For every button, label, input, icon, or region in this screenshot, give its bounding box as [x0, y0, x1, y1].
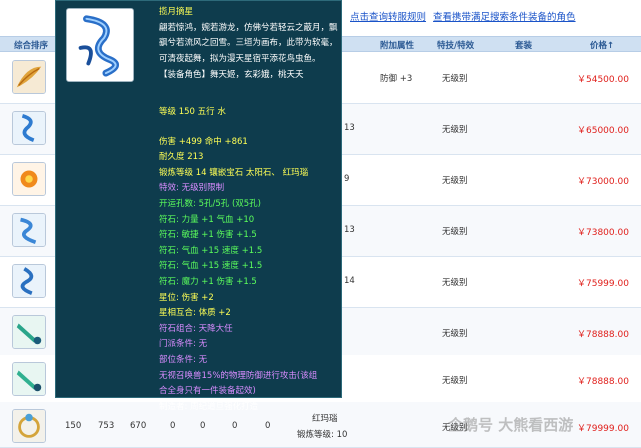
stat-cell: 0 — [170, 421, 176, 431]
item-image — [66, 8, 134, 82]
stat-line: 符石: 力量 +1 气血 +10 — [159, 214, 255, 225]
grade-value: 无级别 — [442, 125, 468, 135]
mid-value: 9 — [344, 174, 350, 184]
stat-line: 符石: 敏捷 +1 伤害 +1.5 — [159, 230, 257, 241]
stat-line: 门派条件: 无 — [159, 339, 208, 350]
grade-value: 无级别 — [442, 227, 468, 237]
stat-line: 合全身只有一件装备起效) — [159, 386, 256, 397]
item-roles: 【装备角色】舞天姬，玄彩娥，桃夭夭 — [159, 69, 304, 80]
stat-line: 耐久度 213 — [159, 152, 204, 163]
sun-flower-icon — [13, 163, 45, 195]
stat-line: 部位条件: 无 — [159, 354, 208, 365]
stat-lines: 伤害 +499 命中 +861 耐久度 213 锻炼等级 14 镶嵌宝石 太阳石、 … — [159, 135, 341, 416]
set-header: 套装 — [515, 41, 533, 51]
price-value: ￥54500.00 — [577, 75, 629, 85]
item-thumbnail[interactable] — [12, 362, 46, 396]
jade-blade-icon — [13, 363, 45, 395]
stat-line: 符石: 魔力 +1 伤害 +1.5 — [159, 276, 257, 287]
watermark-text: 企鹅号 大熊看西游 — [448, 416, 574, 434]
stat-line: 无视召唤兽15%的物理防御进行攻击(该组 — [159, 370, 318, 381]
ring-icon — [13, 410, 45, 442]
stat-cell: 753 — [98, 421, 115, 431]
stat-line: 锻炼等级 14 镶嵌宝石 太阳石、 红玛瑙 — [159, 167, 309, 178]
price-value: ￥73800.00 — [577, 228, 629, 238]
stat-cell: 0 — [265, 421, 271, 431]
stat-line: 制造者: 周纪道旦强化打造 — [159, 401, 259, 412]
price-value: ￥78888.00 — [577, 330, 629, 340]
sort-header[interactable]: 综合排序 — [14, 39, 48, 51]
silk-ribbon-icon — [67, 9, 133, 81]
item-level: 等级 150 五行 水 — [159, 107, 226, 117]
mid-value: 14 — [344, 276, 355, 286]
stat-line: 星相互合: 体质 +2 — [159, 308, 231, 319]
ribbon-icon — [13, 214, 45, 246]
item-thumbnail[interactable] — [12, 60, 46, 94]
stat-line: 星位: 伤害 +2 — [159, 292, 214, 303]
tooltip-header-text: 揽月摘星 翩若惊鸿，婉若游龙，仿佛兮若轻云之蔽月，飘飖兮若流风之回雪。三垣为画布… — [159, 5, 339, 84]
item-thumbnail[interactable] — [12, 409, 46, 443]
price-value: ￥73000.00 — [577, 177, 629, 187]
mid-value: 13 — [344, 225, 355, 235]
item-tooltip: 揽月摘星 翩若惊鸿，婉若游龙，仿佛兮若轻云之蔽月，飘飖兮若流风之回雪。三垣为画布… — [55, 0, 342, 412]
stat-line: 伤害 +499 命中 +861 — [159, 136, 248, 147]
forge-value: 锻炼等级: 10 — [297, 430, 348, 440]
item-thumbnail[interactable] — [12, 264, 46, 298]
item-thumbnail[interactable] — [12, 213, 46, 247]
grade-value: 无级别 — [442, 176, 468, 186]
stat-cell: 670 — [130, 421, 147, 431]
item-name: 揽月摘星 — [159, 7, 194, 17]
tooltip-stats: 等级 150 五行 水 伤害 +499 命中 +861 耐久度 213 锻炼等级 1… — [159, 105, 341, 415]
transfer-rules-link[interactable]: 点击查询转服规则 — [350, 12, 426, 23]
ribbon-icon — [13, 265, 45, 297]
stat-line: 特效: 无级别限制 — [159, 183, 225, 194]
grade-value: 无级别 — [442, 278, 468, 288]
view-roles-link[interactable]: 查看携带满足搜索条件装备的角色 — [433, 12, 576, 23]
top-links: 点击查询转服规则 查看携带满足搜索条件装备的角色 — [350, 9, 580, 23]
price-value: ￥78888.00 — [577, 377, 629, 387]
item-description: 翩若惊鸿，婉若游龙，仿佛兮若轻云之蔽月，飘飖兮若流风之回雪。三垣为画布，此带为软… — [159, 22, 338, 65]
item-thumbnail[interactable] — [12, 111, 46, 145]
stat-line: 符石: 气血 +15 速度 +1.5 — [159, 245, 263, 256]
stat-cell: 0 — [200, 421, 206, 431]
attr-value: 防御 +3 — [380, 74, 413, 84]
item-thumbnail[interactable] — [12, 315, 46, 349]
stat-cell: 0 — [232, 421, 238, 431]
price-header[interactable]: 价格↑ — [590, 39, 614, 51]
jade-blade-icon — [13, 316, 45, 348]
attr-header: 附加属性 — [380, 41, 415, 51]
price-value: ￥65000.00 — [577, 126, 629, 136]
price-value: ￥75999.00 — [577, 279, 629, 289]
item-thumbnail[interactable] — [12, 162, 46, 196]
grade-value: 无级别 — [442, 329, 468, 339]
price-value: ￥79999.00 — [577, 424, 629, 434]
stat-cell: 150 — [65, 421, 82, 431]
skill-header: 特技/特效 — [437, 41, 475, 51]
grade-value: 无级别 — [442, 74, 468, 84]
stat-line: 符石组合: 天降大任 — [159, 323, 233, 334]
stat-line: 符石: 气血 +15 速度 +1.5 — [159, 261, 263, 272]
feather-icon — [13, 61, 45, 93]
mid-value: 13 — [344, 123, 355, 133]
ribbon-icon — [13, 112, 45, 144]
stat-line: 开运孔数: 5孔/5孔 (双5孔) — [159, 198, 261, 209]
grade-value: 无级别 — [442, 376, 468, 386]
